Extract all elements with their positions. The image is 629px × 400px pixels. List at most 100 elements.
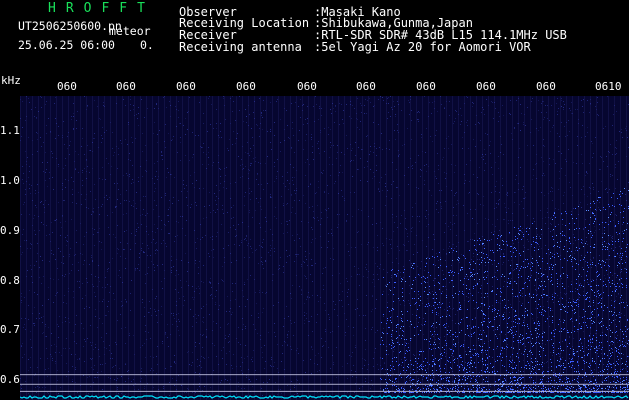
- grid-line: [404, 96, 405, 400]
- grid-line: [398, 96, 399, 400]
- grid-line: [464, 96, 465, 400]
- y-tick-label: 1.1: [0, 124, 20, 137]
- grid-line: [152, 96, 153, 400]
- grid-line: [20, 96, 21, 400]
- grid-line: [416, 96, 417, 400]
- x-tick-label: 060: [57, 80, 77, 93]
- file-label: meteor: [109, 24, 151, 38]
- grid-line: [98, 96, 99, 400]
- timestamp: 25.06.25 06:00: [18, 38, 115, 52]
- grid-line: [602, 96, 603, 400]
- x-tick-label: 060: [116, 80, 136, 93]
- grid-line: [536, 96, 537, 400]
- antenna-value: :5el Yagi Az 20 for Aomori VOR: [314, 40, 531, 54]
- grid-line: [194, 96, 195, 400]
- grid-line: [206, 96, 207, 400]
- grid-line: [548, 96, 549, 400]
- grid-line: [56, 96, 57, 400]
- grid-line: [410, 96, 411, 400]
- grid-line: [200, 96, 201, 400]
- grid-line: [254, 96, 255, 400]
- grid-line: [458, 96, 459, 400]
- grid-line: [596, 96, 597, 400]
- grid-line: [488, 96, 489, 400]
- reference-line: [20, 390, 629, 392]
- grid-line: [272, 96, 273, 400]
- grid-line: [518, 96, 519, 400]
- grid-line: [434, 96, 435, 400]
- grid-line: [158, 96, 159, 400]
- grid-line: [188, 96, 189, 400]
- grid-line: [584, 96, 585, 400]
- grid-line: [260, 96, 261, 400]
- grid-line: [446, 96, 447, 400]
- grid-line: [92, 96, 93, 400]
- grid-line: [122, 96, 123, 400]
- y-tick-label: 0.6: [0, 373, 20, 386]
- x-tick-label: 060: [356, 80, 376, 93]
- x-tick-label: 060: [416, 80, 436, 93]
- grid-line: [26, 96, 27, 400]
- grid-line: [170, 96, 171, 400]
- grid-line: [218, 96, 219, 400]
- grid-line: [314, 96, 315, 400]
- grid-line: [350, 96, 351, 400]
- y-tick-label: 0.8: [0, 274, 20, 287]
- grid-line: [530, 96, 531, 400]
- grid-line: [560, 96, 561, 400]
- grid-line: [392, 96, 393, 400]
- noise-layer: [20, 96, 629, 400]
- y-tick-label: 1.0: [0, 174, 20, 187]
- y-tick-label: 0.7: [0, 323, 20, 336]
- grid-line: [374, 96, 375, 400]
- grid-line: [320, 96, 321, 400]
- grid-line: [38, 96, 39, 400]
- x-tick-label: 060: [297, 80, 317, 93]
- x-tick-label: 060: [476, 80, 496, 93]
- grid-line: [140, 96, 141, 400]
- grid-line: [68, 96, 69, 400]
- reference-line: [20, 383, 629, 385]
- grid-line: [230, 96, 231, 400]
- grid-line: [566, 96, 567, 400]
- grid-line: [614, 96, 615, 400]
- grid-line: [80, 96, 81, 400]
- grid-line: [32, 96, 33, 400]
- grid-line: [368, 96, 369, 400]
- grid-line: [146, 96, 147, 400]
- grid-line: [182, 96, 183, 400]
- grid-line: [62, 96, 63, 400]
- event-count: 0.: [140, 38, 154, 52]
- spectrogram-plot: [20, 96, 629, 400]
- grid-line: [356, 96, 357, 400]
- grid-line: [590, 96, 591, 400]
- grid-line: [284, 96, 285, 400]
- grid-line: [236, 96, 237, 400]
- grid-line: [86, 96, 87, 400]
- grid-line: [380, 96, 381, 400]
- grid-line: [242, 96, 243, 400]
- x-tick-label: 0610: [595, 80, 622, 93]
- grid-line: [128, 96, 129, 400]
- x-tick-label: 060: [236, 80, 256, 93]
- app-title: HROFFT: [48, 1, 155, 16]
- grid-line: [44, 96, 45, 400]
- reference-line: [20, 374, 629, 376]
- grid-line: [290, 96, 291, 400]
- y-tick-label: 0.9: [0, 224, 20, 237]
- grid-line: [620, 96, 621, 400]
- grid-line: [74, 96, 75, 400]
- grid-line: [332, 96, 333, 400]
- grid-line: [578, 96, 579, 400]
- signal-layer: [380, 188, 629, 393]
- grid-line: [296, 96, 297, 400]
- y-axis-unit: kHz: [1, 74, 21, 87]
- x-tick-label: 060: [536, 80, 556, 93]
- grid-line: [344, 96, 345, 400]
- grid-line: [506, 96, 507, 400]
- grid-line: [326, 96, 327, 400]
- grid-line: [428, 96, 429, 400]
- grid-line: [212, 96, 213, 400]
- grid-line: [302, 96, 303, 400]
- grid-line: [110, 96, 111, 400]
